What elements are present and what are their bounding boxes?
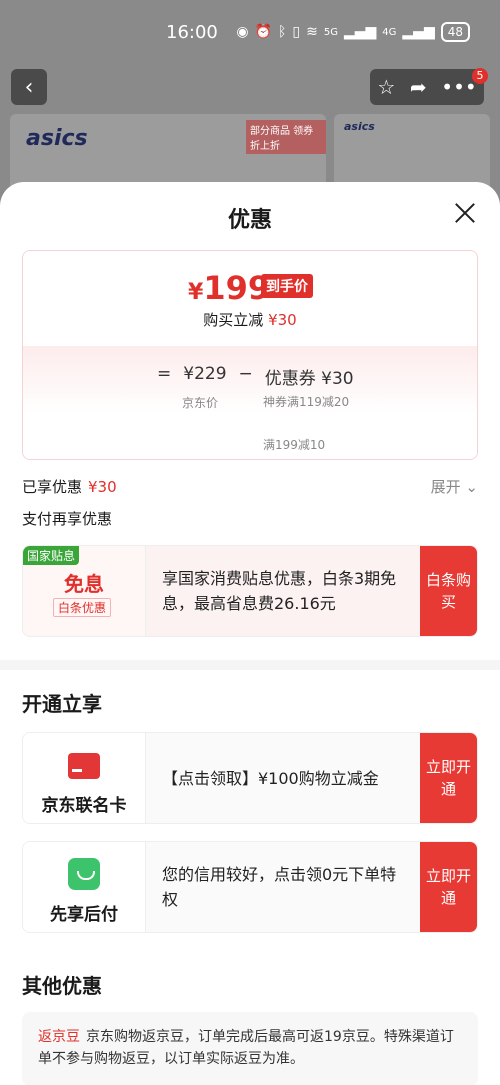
coupon-detail: 神券满119减20 (263, 395, 350, 409)
section-divider (0, 660, 500, 670)
status-icons: ◉ ⏰ ᛒ ▯ ≋ 5G ▂▄▆ 4G ▂▄▆ 48 (236, 22, 470, 42)
pay-later-label: 先享后付 (50, 905, 118, 925)
enjoyed-discount: 已享优惠 ¥30 (22, 478, 117, 496)
open-pay-later-button[interactable]: 立即开通 (420, 842, 477, 932)
baitiao-tag: 白条优惠 (53, 598, 112, 617)
star-icon[interactable]: ☆ (377, 75, 395, 99)
jd-price-label: 京东价 (182, 396, 219, 410)
other-section-title: 其他优惠 (22, 974, 102, 998)
battery-icon: 48 (440, 22, 470, 42)
more-icon[interactable]: ••• (441, 75, 476, 99)
signal-icon: ▂▄▆ (343, 24, 377, 40)
gov-subsidy-tag: 国家贴息 (23, 546, 80, 565)
brand-logo: asics (344, 120, 375, 133)
close-icon[interactable] (450, 198, 480, 228)
open-jd-card-button[interactable]: 立即开通 (420, 733, 477, 823)
jd-card-label: 京东联名卡 (41, 796, 127, 816)
eye-icon: ◉ (236, 24, 249, 40)
chevron-left-icon: ‹ (24, 74, 34, 100)
pay-later-desc: 您的信用较好，点击领0元下单特权 (162, 865, 397, 909)
notification-badge: 5 (472, 68, 488, 84)
price-formula: = ¥229 − 优惠券 ¥30 (157, 364, 354, 389)
final-price-badge: 到手价 (261, 274, 313, 298)
status-bar: 16:00 ◉ ⏰ ᛒ ▯ ≋ 5G ▂▄▆ 4G ▂▄▆ 48 (0, 0, 500, 66)
sheet-title: 优惠 (227, 208, 272, 233)
jd-bean-label: 返京豆 (38, 1029, 80, 1045)
reduce-line: 购买立减 ¥30 (203, 311, 297, 329)
jd-bean-info: 返京豆 京东购物返京豆，订单完成后最高可返19京豆。特殊渠道订单不参与购物返豆，以… (22, 1012, 478, 1085)
promo-tag: 部分商品 领券折上折 (246, 120, 326, 154)
free-interest-title: 免息 (64, 572, 104, 596)
jd-bean-text: 京东购物返京豆，订单完成后最高可返19京豆。特殊渠道订单不参与购物返豆，以订单实… (38, 1029, 454, 1067)
jd-price: ¥229 (183, 364, 227, 384)
jd-card-desc: 【点击领取】¥100购物立减金 (162, 768, 379, 788)
chevron-down-icon: ⌄ (465, 478, 478, 496)
pay-more-label: 支付再享优惠 (22, 510, 113, 528)
final-price: ¥199 (188, 269, 271, 307)
free-interest-card[interactable]: 国家贴息 免息 白条优惠 享国家消费贴息优惠，白条3期免息，最高省息费26.16… (22, 545, 478, 637)
pay-later-offer[interactable]: 先享后付 您的信用较好，点击领0元下单特权 立即开通 (22, 841, 478, 933)
wifi-icon: ≋ (306, 24, 318, 40)
open-section-title: 开通立享 (22, 692, 102, 716)
signal-icon: ▂▄▆ (402, 24, 435, 40)
bluetooth-icon: ᛒ (277, 24, 287, 40)
vibrate-icon: ▯ (292, 24, 301, 40)
price-summary: ¥199 到手价 购买立减 ¥30 = ¥229 − 优惠券 ¥30 京东价 神… (22, 250, 478, 460)
shopping-bag-icon (68, 858, 100, 890)
share-icon[interactable]: ➦ (410, 75, 427, 99)
free-interest-desc: 享国家消费贴息优惠，白条3期免息，最高省息费26.16元 (162, 569, 397, 613)
back-button[interactable]: ‹ (11, 69, 47, 105)
baitiao-buy-button[interactable]: 白条购买 (420, 546, 477, 636)
alarm-icon: ⏰ (254, 24, 272, 40)
status-time: 16:00 (166, 22, 218, 43)
discount-sheet: 优惠 ¥199 到手价 购买立减 ¥30 = ¥229 − 优惠券 ¥30 京东… (0, 182, 500, 1085)
brand-logo: asics (26, 126, 88, 151)
signal-5g: 5G (323, 26, 338, 38)
coupon-detail: 满199减10 (263, 438, 326, 452)
credit-card-icon (68, 753, 100, 779)
jd-card-offer[interactable]: 京东联名卡 【点击领取】¥100购物立减金 立即开通 (22, 732, 478, 824)
nav-actions: ☆ ➦ ••• (370, 69, 484, 105)
expand-button[interactable]: 展开 ⌄ (431, 476, 478, 497)
coupon-total: 优惠券 ¥30 (264, 369, 354, 389)
signal-4g: 4G (382, 26, 397, 38)
